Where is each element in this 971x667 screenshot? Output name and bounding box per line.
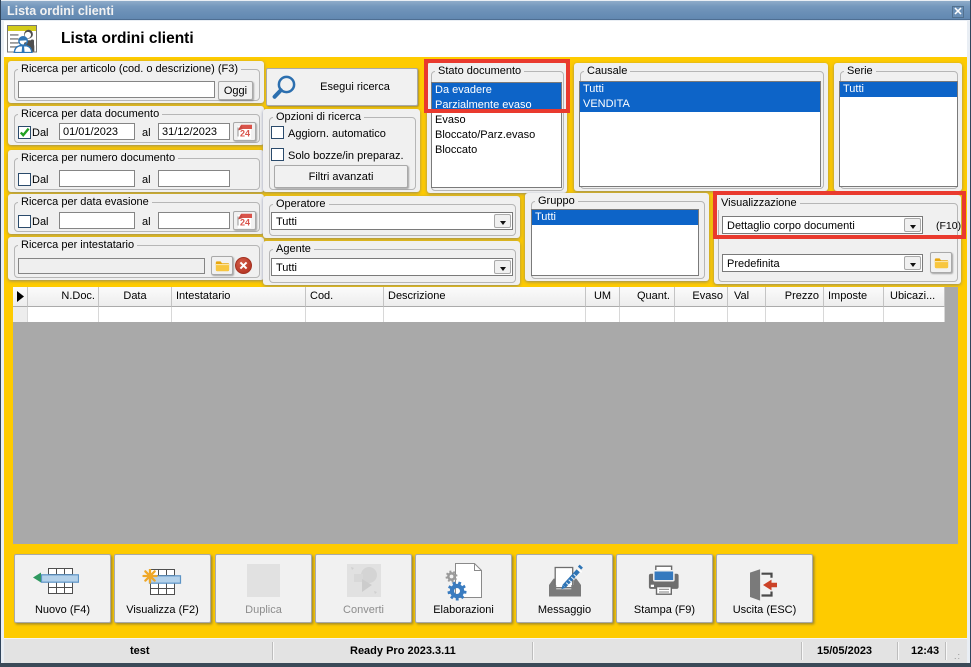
- svg-text:24: 24: [240, 129, 250, 139]
- svg-text:24: 24: [240, 218, 250, 228]
